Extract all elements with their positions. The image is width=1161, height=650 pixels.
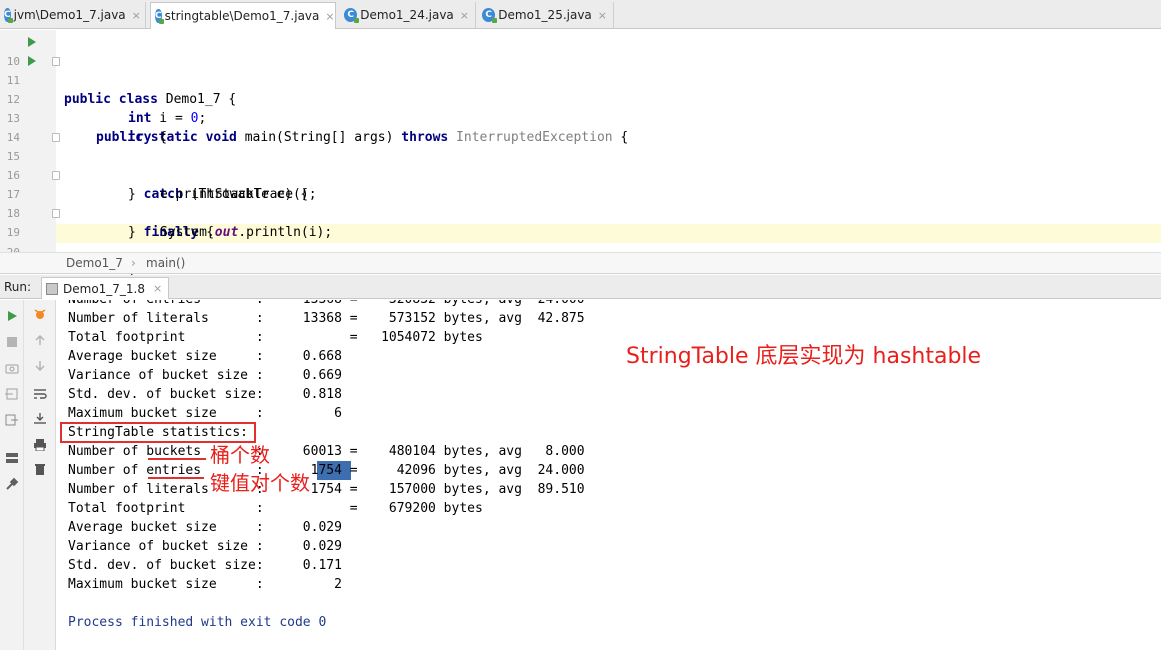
console-line: Number of literals : 13368 = 573152 byte… <box>68 311 585 326</box>
exit-icon[interactable] <box>3 412 21 428</box>
arrow-up-icon[interactable] <box>31 332 49 348</box>
close-icon[interactable]: × <box>598 9 607 22</box>
tab-jvm-demo1-7[interactable]: C jvm\Demo1_7.java × <box>0 2 146 28</box>
fold-marker-icon[interactable] <box>52 133 60 142</box>
console-line: Std. dev. of bucket size: 0.818 <box>68 387 342 402</box>
console-line: Variance of bucket size : 0.669 <box>68 368 342 383</box>
process-exit-line: Process finished with exit code 0 <box>68 615 327 630</box>
entries-underline <box>148 477 204 479</box>
buckets-underline <box>148 458 206 460</box>
tab-label: jvm\Demo1_7.java <box>13 8 126 22</box>
console-line: Total footprint : = 679200 bytes <box>68 501 483 516</box>
console-line: Number of entries : 1754 = 42096 bytes, … <box>68 463 585 478</box>
breadcrumb: Demo1_7 › main() <box>0 252 1161 274</box>
fold-marker-icon[interactable] <box>52 209 60 218</box>
run-gutter-icon[interactable] <box>28 56 36 66</box>
tab-label: Demo1_24.java <box>360 8 454 22</box>
rerun-icon[interactable] <box>3 308 21 324</box>
console-line: Number of entries : 13368 = 320832 bytes… <box>68 300 585 309</box>
code-line-20: 20 <box>0 224 1161 259</box>
breadcrumb-separator-icon: › <box>131 256 136 270</box>
code-line-12: 12 int i = 0; <box>0 71 1161 126</box>
code-line-16: 16 e.printStackTrace(); <box>0 147 1161 202</box>
java-class-icon: C <box>4 8 13 23</box>
layout-icon[interactable] <box>3 450 21 466</box>
close-icon[interactable]: × <box>153 282 162 295</box>
console-line: Variance of bucket size : 0.029 <box>68 539 342 554</box>
java-class-icon: C <box>155 9 164 24</box>
pin-icon[interactable] <box>3 476 21 492</box>
close-icon[interactable]: × <box>460 9 469 22</box>
tab-demo1-25[interactable]: C Demo1_25.java × <box>478 2 614 28</box>
console-line: Average bucket size : 0.668 <box>68 349 342 364</box>
breadcrumb-method[interactable]: main() <box>146 256 185 270</box>
run-config-label: Demo1_7_1.8 <box>63 281 146 296</box>
tab-label: Demo1_25.java <box>498 8 592 22</box>
console-line: Maximum bucket size : 2 <box>68 577 342 592</box>
entries-annotation: 键值对个数 <box>210 471 310 495</box>
trash-icon[interactable] <box>31 461 49 477</box>
arrow-down-icon[interactable] <box>31 358 49 374</box>
tab-label: stringtable\Demo1_7.java <box>164 9 320 23</box>
run-toolbar-left <box>0 300 24 650</box>
stringtable-title-annotation: StringTable 底层实现为 hashtable <box>626 344 982 369</box>
console-line: Maximum bucket size : 6 <box>68 406 342 421</box>
scroll-to-end-icon[interactable] <box>31 410 49 426</box>
soft-wrap-icon[interactable] <box>31 386 49 402</box>
java-class-icon: C <box>344 8 360 23</box>
tab-demo1-24[interactable]: C Demo1_24.java × <box>340 2 476 28</box>
camera-icon[interactable] <box>3 360 21 376</box>
code-line-14: 14 <box>0 109 1161 144</box>
code-line-18: 18 System.out.println(i); <box>0 185 1161 240</box>
stop-icon[interactable] <box>3 334 21 350</box>
code-line-13: 13 try { <box>0 90 1161 145</box>
code-line-11: 11 public static void main(String[] args… <box>0 52 1161 145</box>
run-config-icon <box>46 282 58 295</box>
close-icon[interactable]: × <box>132 9 141 22</box>
code-line-17: 17 } finally { <box>0 166 1161 240</box>
console-line: Total footprint : = 1054072 bytes <box>68 330 483 345</box>
fold-marker-icon[interactable] <box>52 171 60 180</box>
editor-tab-bar: C jvm\Demo1_7.java × C stringtable\Demo1… <box>0 0 1161 29</box>
login-icon[interactable] <box>3 386 21 402</box>
debug-bug-icon[interactable] <box>31 306 49 322</box>
close-icon[interactable]: × <box>325 10 334 23</box>
run-config-tab[interactable]: Demo1_7_1.8 × <box>41 277 170 299</box>
run-label: Run: <box>4 280 32 294</box>
console-line: Std. dev. of bucket size: 0.171 <box>68 558 342 573</box>
java-class-icon: C <box>482 8 498 23</box>
buckets-annotation: 桶个数 <box>210 443 270 467</box>
fold-marker-icon[interactable] <box>52 57 60 66</box>
console-line: Number of buckets : 60013 = 480104 bytes… <box>68 444 585 459</box>
console-line: Number of literals : 1754 = 157000 bytes… <box>68 482 585 497</box>
run-gutter-icon[interactable] <box>28 37 36 47</box>
run-toolbar-right <box>24 300 56 650</box>
code-line-19: 19 } <box>0 204 1161 278</box>
tab-stringtable-demo1-7[interactable]: C stringtable\Demo1_7.java × <box>150 2 336 29</box>
run-tool-header: Run: Demo1_7_1.8 × <box>0 275 1161 299</box>
print-icon[interactable] <box>31 437 49 453</box>
breadcrumb-class[interactable]: Demo1_7 <box>66 256 123 270</box>
code-line-10: 10 public class Demo1_7 { <box>0 33 1161 107</box>
code-line-15: 15 } catch (Throwable e) { <box>0 128 1161 202</box>
console-line: Average bucket size : 0.029 <box>68 520 342 535</box>
